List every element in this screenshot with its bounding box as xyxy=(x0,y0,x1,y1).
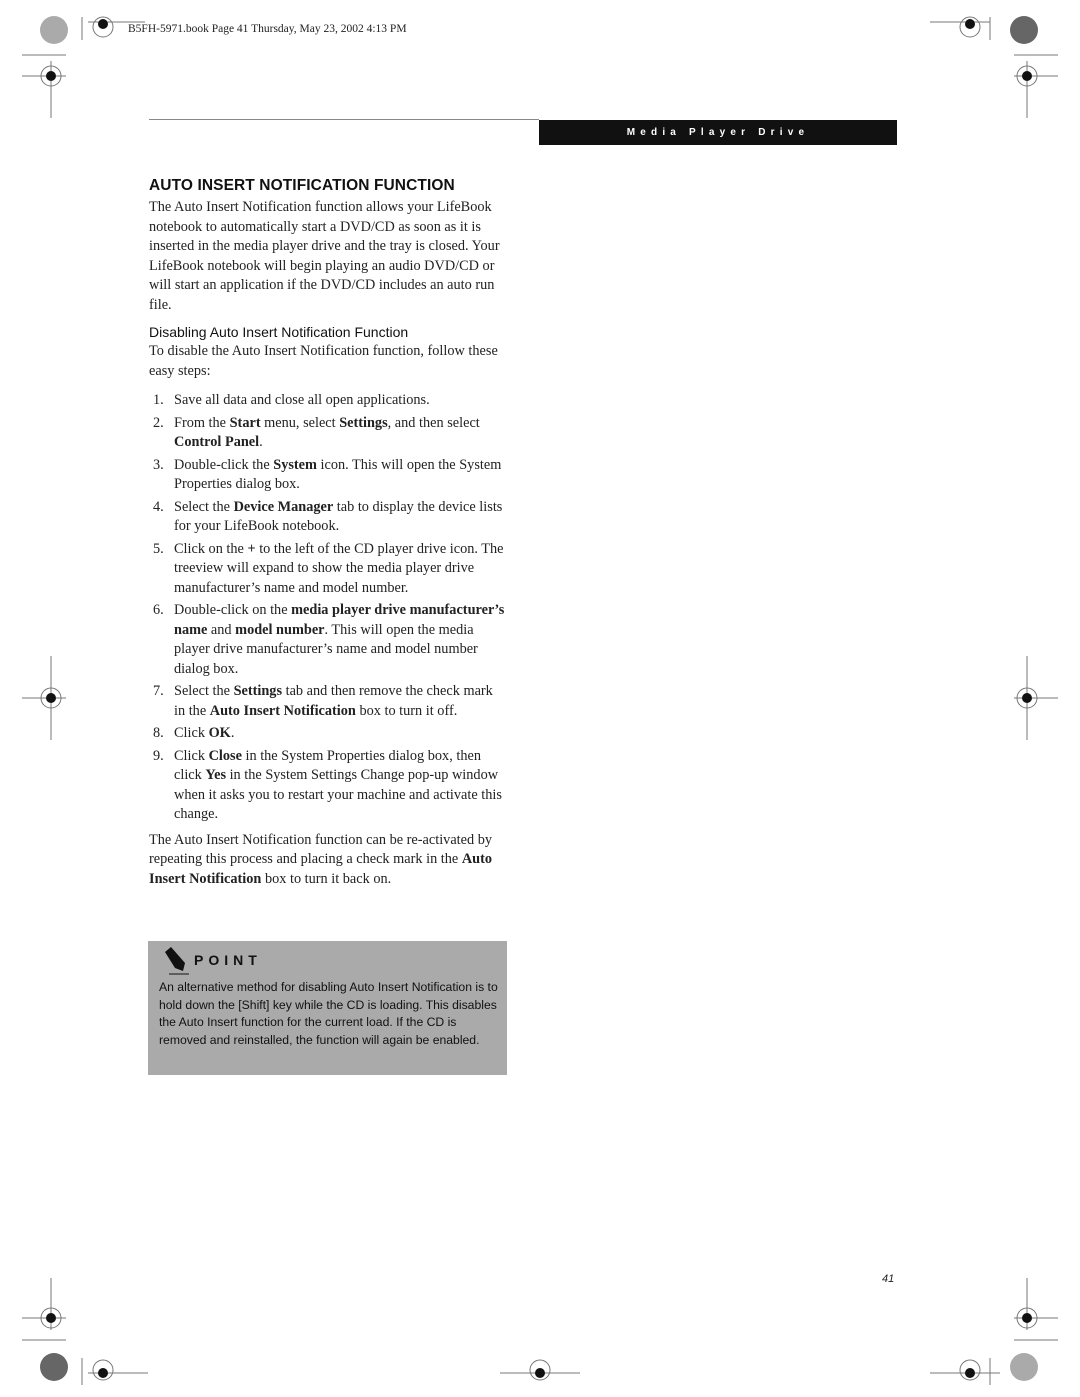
step-number: 9. xyxy=(153,747,164,764)
text-run: From the xyxy=(174,414,230,431)
page-heading: AUTO INSERT NOTIFICATION FUNCTION xyxy=(149,177,455,194)
text-run: . xyxy=(259,434,263,450)
bold-term: Auto Insert Notification xyxy=(209,702,356,719)
step-item: 8. Click OK. xyxy=(149,724,507,744)
main-column: AUTO INSERT NOTIFICATION FUNCTION The Au… xyxy=(149,177,507,889)
text-run: menu, select xyxy=(260,414,340,431)
bold-term: Device Manager xyxy=(233,498,334,515)
step-item: 2. From the Start menu, select Settings, … xyxy=(149,414,507,453)
step-number: 3. xyxy=(153,456,164,473)
bold-term: + xyxy=(247,540,256,557)
bold-term: Start xyxy=(229,414,261,431)
step-item: 6. Double-click on the media player drive… xyxy=(149,601,507,679)
step-number: 5. xyxy=(153,540,164,557)
step-number: 2. xyxy=(153,414,164,431)
step-number: 1. xyxy=(153,392,164,408)
bold-term: OK xyxy=(208,725,231,741)
print-slug: B5FH-5971.book Page 41 Thursday, May 23,… xyxy=(128,23,407,35)
step-item: 9. Click Close in the System Properties d… xyxy=(149,747,507,825)
text-run: Select the xyxy=(174,683,234,699)
text-run: Click xyxy=(174,747,209,764)
text-run: Click xyxy=(174,725,209,741)
bold-term: model number xyxy=(235,621,325,638)
pencil-icon xyxy=(165,947,189,975)
text-run: . xyxy=(230,725,235,741)
bold-term: Control Panel xyxy=(174,434,260,450)
text-run: box to turn it back on. xyxy=(261,870,392,887)
bold-term: Settings xyxy=(339,414,388,431)
point-box: POINT An alternative method for disablin… xyxy=(148,941,507,1075)
text-run: Click on the xyxy=(174,540,248,557)
intro-paragraph: The Auto Insert Notification function al… xyxy=(149,199,500,313)
section-header: Media Player Drive xyxy=(539,120,897,145)
step-number: 4. xyxy=(153,498,164,515)
bold-term: Close xyxy=(208,747,242,764)
text-run: Double-click on the xyxy=(174,602,292,618)
bold-term: System xyxy=(273,456,317,473)
text-run: The Auto Insert Notification function ca… xyxy=(149,831,492,868)
step-number: 7. xyxy=(153,683,164,699)
point-title: POINT xyxy=(194,952,262,968)
bold-term: Settings xyxy=(233,683,283,699)
steps-list: 1. Save all data and close all open appli… xyxy=(149,391,507,825)
step-item: 5. Click on the + to the left of the CD p… xyxy=(149,540,507,599)
text-run: Double-click the xyxy=(174,456,274,473)
step-number: 6. xyxy=(153,602,164,618)
point-text: An alternative method for disabling Auto… xyxy=(159,980,498,1047)
step-item: 1. Save all data and close all open appli… xyxy=(149,391,507,411)
closing-paragraph: The Auto Insert Notification function ca… xyxy=(149,831,507,890)
text-run: , and then select xyxy=(387,414,480,431)
sub-intro-paragraph: To disable the Auto Insert Notification … xyxy=(149,343,498,379)
text-run: Save all data and close all open applica… xyxy=(174,392,430,408)
text-run: box to turn it off. xyxy=(355,702,458,719)
step-item: 7. Select the Settings tab and then remov… xyxy=(149,682,507,721)
subheading: Disabling Auto Insert Notification Funct… xyxy=(149,324,409,340)
step-item: 3. Double-click the System icon. This wil… xyxy=(149,456,507,495)
header-rule xyxy=(149,119,539,120)
text-run: and xyxy=(207,621,236,638)
page-number: 41 xyxy=(882,1273,895,1285)
bold-term: Yes xyxy=(205,767,227,783)
step-item: 4. Select the Device Manager tab to displ… xyxy=(149,498,507,537)
text-run: Select the xyxy=(174,498,234,515)
step-number: 8. xyxy=(153,725,164,741)
